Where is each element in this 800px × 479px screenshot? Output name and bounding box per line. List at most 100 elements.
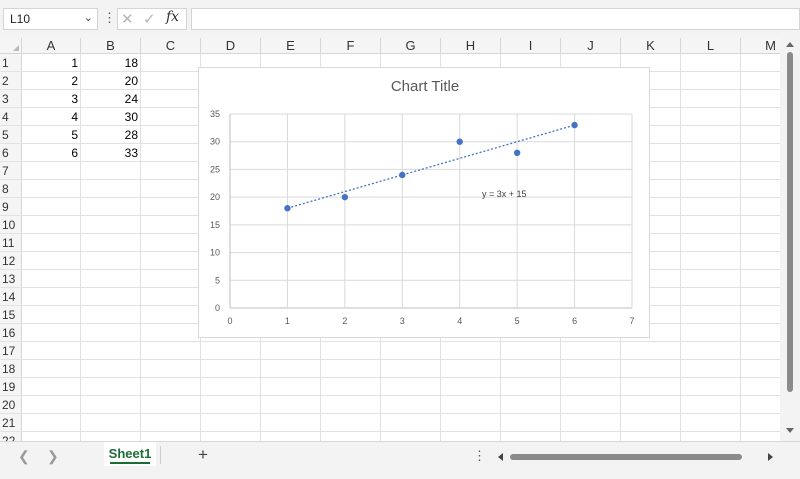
- y-tick-label: 25: [210, 164, 220, 174]
- data-point: [284, 205, 291, 212]
- column-header-l[interactable]: L: [681, 38, 741, 54]
- scatter-chart[interactable]: 0 5 10 15 20 25 30 35 0 1 2 3 4 5 6 7 Chart Title y = 3…: [198, 67, 650, 338]
- row-header-7[interactable]: 7: [0, 162, 22, 180]
- scroll-right-icon[interactable]: [768, 453, 773, 461]
- row-header-19[interactable]: 19: [0, 378, 22, 396]
- row-header-6[interactable]: 6: [0, 144, 22, 162]
- row-header-14[interactable]: 14: [0, 288, 22, 306]
- y-tick-label: 20: [210, 192, 220, 202]
- chart-title[interactable]: Chart Title: [199, 78, 651, 95]
- status-bar: [0, 471, 800, 479]
- row-header-18[interactable]: 18: [0, 360, 22, 378]
- select-all-button[interactable]: [0, 38, 22, 54]
- cell-a1[interactable]: 1: [22, 54, 81, 72]
- column-header-a[interactable]: A: [22, 38, 81, 54]
- row-header-12[interactable]: 12: [0, 252, 22, 270]
- row-header-5[interactable]: 5: [0, 126, 22, 144]
- row-gridline: [22, 359, 780, 360]
- y-tick-label: 30: [210, 137, 220, 147]
- add-sheet-button[interactable]: +: [198, 445, 208, 465]
- cell-a6[interactable]: 6: [22, 144, 81, 162]
- scroll-up-icon[interactable]: [786, 42, 794, 47]
- x-tick-label: 2: [342, 316, 347, 326]
- formula-input[interactable]: [191, 8, 800, 30]
- x-tick-label: 7: [629, 316, 634, 326]
- trendline: [287, 124, 575, 209]
- y-tick-label: 15: [210, 220, 220, 230]
- row-header-4[interactable]: 4: [0, 108, 22, 126]
- tab-divider: [160, 446, 161, 464]
- scroll-down-icon[interactable]: [786, 428, 794, 433]
- cell-b6[interactable]: 33: [81, 144, 141, 162]
- row-header-10[interactable]: 10: [0, 216, 22, 234]
- column-header-d[interactable]: D: [201, 38, 261, 54]
- check-icon[interactable]: ✓: [143, 10, 156, 28]
- chevron-down-icon[interactable]: ⌄: [84, 11, 93, 24]
- cell-b2[interactable]: 20: [81, 72, 141, 90]
- column-header-m[interactable]: M: [741, 38, 780, 54]
- row-gridline: [22, 377, 780, 378]
- column-header-i[interactable]: I: [501, 38, 561, 54]
- formula-bar: L10 ⌄ ⋮ ✕ ✓ fx: [0, 0, 800, 38]
- row-gridline: [22, 431, 780, 432]
- name-box-value: L10: [10, 12, 31, 26]
- sheet-tab-bar: ❮ ❯ Sheet1 + ⋮: [0, 441, 800, 471]
- data-point: [456, 138, 463, 145]
- row-header-20[interactable]: 20: [0, 396, 22, 414]
- column-header-e[interactable]: E: [261, 38, 321, 54]
- column-header-k[interactable]: K: [621, 38, 681, 54]
- scroll-left-icon[interactable]: [498, 453, 503, 461]
- row-header-15[interactable]: 15: [0, 306, 22, 324]
- column-header-j[interactable]: J: [561, 38, 621, 54]
- cell-b1[interactable]: 18: [81, 54, 141, 72]
- chevron-right-icon[interactable]: ❯: [47, 448, 59, 465]
- cell-b5[interactable]: 28: [81, 126, 141, 144]
- column-gridline: [680, 54, 681, 441]
- column-gridline: [740, 54, 741, 441]
- row-gridline: [22, 395, 780, 396]
- y-tick-label: 35: [210, 109, 220, 119]
- cell-b4[interactable]: 30: [81, 108, 141, 126]
- row-header-9[interactable]: 9: [0, 198, 22, 216]
- active-tab-indicator: [110, 462, 150, 464]
- column-header-b[interactable]: B: [81, 38, 141, 54]
- x-tick-label: 6: [572, 316, 577, 326]
- cell-a4[interactable]: 4: [22, 108, 81, 126]
- column-header-f[interactable]: F: [321, 38, 381, 54]
- x-tick-label: 5: [515, 316, 520, 326]
- column-header-g[interactable]: G: [381, 38, 441, 54]
- cell-a2[interactable]: 2: [22, 72, 81, 90]
- row-header-22[interactable]: 22: [0, 432, 22, 441]
- y-tick-label: 5: [215, 275, 220, 285]
- trendline-equation[interactable]: y = 3x + 15: [482, 189, 527, 199]
- vertical-scroll-thumb[interactable]: [787, 52, 793, 392]
- chevron-left-icon[interactable]: ❮: [18, 448, 30, 465]
- insert-function-button[interactable]: fx: [166, 9, 179, 25]
- row-header-11[interactable]: 11: [0, 234, 22, 252]
- row-header-17[interactable]: 17: [0, 342, 22, 360]
- name-box[interactable]: L10 ⌄: [3, 8, 98, 30]
- cell-a5[interactable]: 5: [22, 126, 81, 144]
- data-point: [399, 171, 406, 179]
- row-header-1[interactable]: 1: [0, 54, 22, 72]
- row-header-21[interactable]: 21: [0, 414, 22, 432]
- row-header-16[interactable]: 16: [0, 324, 22, 342]
- row-header-8[interactable]: 8: [0, 180, 22, 198]
- more-options-icon[interactable]: ⋮: [103, 10, 116, 26]
- select-all-icon: [13, 45, 19, 51]
- data-point: [571, 121, 578, 129]
- data-point: [513, 149, 521, 156]
- cell-b3[interactable]: 24: [81, 90, 141, 108]
- vertical-scrollbar[interactable]: [780, 38, 800, 441]
- row-header-2[interactable]: 2: [0, 72, 22, 90]
- close-icon[interactable]: ✕: [121, 10, 134, 28]
- more-options-icon[interactable]: ⋮: [473, 448, 486, 464]
- row-header-3[interactable]: 3: [0, 90, 22, 108]
- column-header-h[interactable]: H: [441, 38, 501, 54]
- row-header-13[interactable]: 13: [0, 270, 22, 288]
- column-header-c[interactable]: C: [141, 38, 201, 54]
- horizontal-scroll-thumb[interactable]: [510, 454, 742, 460]
- cell-a3[interactable]: 3: [22, 90, 81, 108]
- x-tick-label: 1: [285, 316, 290, 326]
- row-gridline: [22, 413, 780, 414]
